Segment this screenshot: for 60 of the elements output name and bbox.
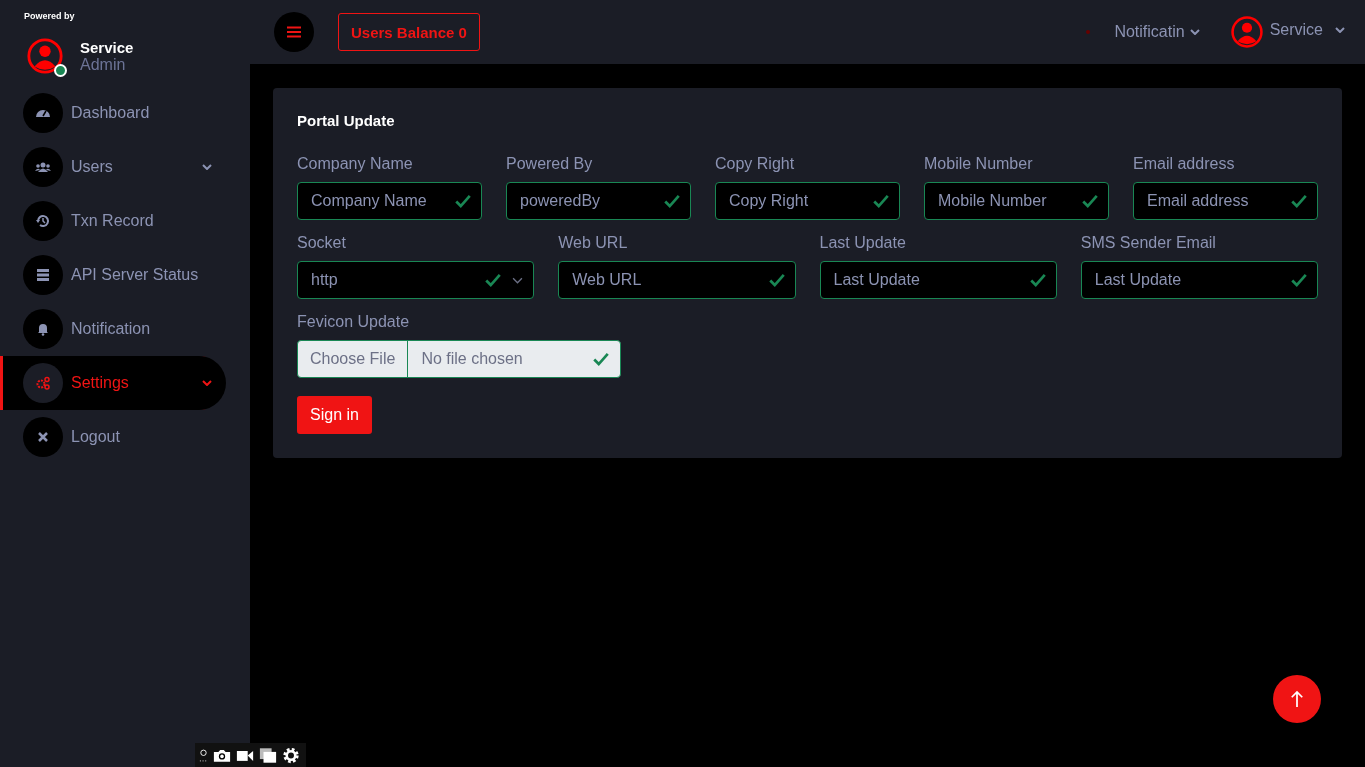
profile-name: Service xyxy=(80,38,134,56)
arrow-up-icon xyxy=(1290,690,1304,708)
field-label: Last Update xyxy=(819,234,907,252)
check-icon xyxy=(1290,192,1308,210)
sidebar-menu-item[interactable]: Txn Record xyxy=(0,201,226,241)
check-icon xyxy=(1081,192,1099,210)
input-field[interactable]: Last Update xyxy=(819,261,1057,299)
check-icon xyxy=(592,350,610,368)
check-icon xyxy=(454,192,472,210)
input-field[interactable]: Web URL xyxy=(558,261,796,299)
sidebar-menu-item[interactable]: Dashboard xyxy=(0,93,226,133)
input-field[interactable]: Email address xyxy=(1133,182,1318,220)
notifications-dropdown[interactable]: Notificatin xyxy=(1114,23,1200,41)
field-label: SMS Sender Email xyxy=(1080,234,1217,252)
field-label: Company Name xyxy=(297,155,414,173)
sidebar-menu-item[interactable]: API Server Status xyxy=(0,255,226,295)
chevron-down-icon xyxy=(512,276,524,284)
notification-dot-icon xyxy=(1086,30,1091,34)
socket-select[interactable]: http xyxy=(297,261,535,299)
caret-icon xyxy=(1335,27,1345,33)
sidebar-menu-item[interactable]: Settings xyxy=(0,356,226,410)
check-icon xyxy=(1290,271,1308,289)
user-avatar-icon xyxy=(1229,15,1264,49)
sidebar-menu-item[interactable]: Users xyxy=(0,147,226,187)
sidebar-menu-item[interactable]: Notification xyxy=(0,309,226,349)
caret-icon xyxy=(1189,29,1200,35)
check-icon xyxy=(767,271,786,289)
file-input[interactable]: Choose File No file chosen xyxy=(297,340,621,378)
check-icon xyxy=(484,271,503,289)
field-label: Powered By xyxy=(506,155,594,173)
check-icon xyxy=(872,192,890,210)
input-field[interactable]: Company Name xyxy=(297,182,482,220)
card-title: Portal Update xyxy=(297,112,396,129)
field-label: Socket xyxy=(297,234,347,252)
profile-role: Admin xyxy=(80,55,127,74)
input-field[interactable]: Mobile Number xyxy=(924,182,1109,220)
field-label: Mobile Number xyxy=(924,155,1034,173)
check-icon xyxy=(663,192,681,210)
field-label: Email address xyxy=(1133,155,1236,173)
powered-by-text: Powered by xyxy=(23,10,76,21)
server-icon xyxy=(35,267,51,283)
sign-in-button[interactable]: Sign in xyxy=(297,396,372,434)
field-label: Fevicon Update xyxy=(297,313,411,331)
windows-icon[interactable] xyxy=(259,746,277,764)
input-field[interactable]: Copy Right xyxy=(715,182,900,220)
menu-button[interactable] xyxy=(274,12,314,52)
input-field[interactable]: poweredBy xyxy=(506,182,691,220)
user-avatar-icon xyxy=(26,37,64,75)
gears-icon xyxy=(35,375,51,391)
users-balance-button[interactable]: Users Balance 0 xyxy=(338,13,480,51)
field-label: Web URL xyxy=(558,234,629,252)
field-label: Copy Right xyxy=(715,155,796,173)
scroll-to-top-button[interactable] xyxy=(1273,675,1321,723)
menu-icon xyxy=(287,26,301,38)
check-icon xyxy=(1028,271,1047,289)
user-menu-dropdown[interactable]: Service xyxy=(1269,21,1345,39)
settings-icon[interactable] xyxy=(282,746,300,764)
input-field[interactable]: Last Update xyxy=(1080,261,1318,299)
sidebar-menu-item[interactable]: Logout xyxy=(0,417,226,457)
history-icon xyxy=(35,213,51,229)
